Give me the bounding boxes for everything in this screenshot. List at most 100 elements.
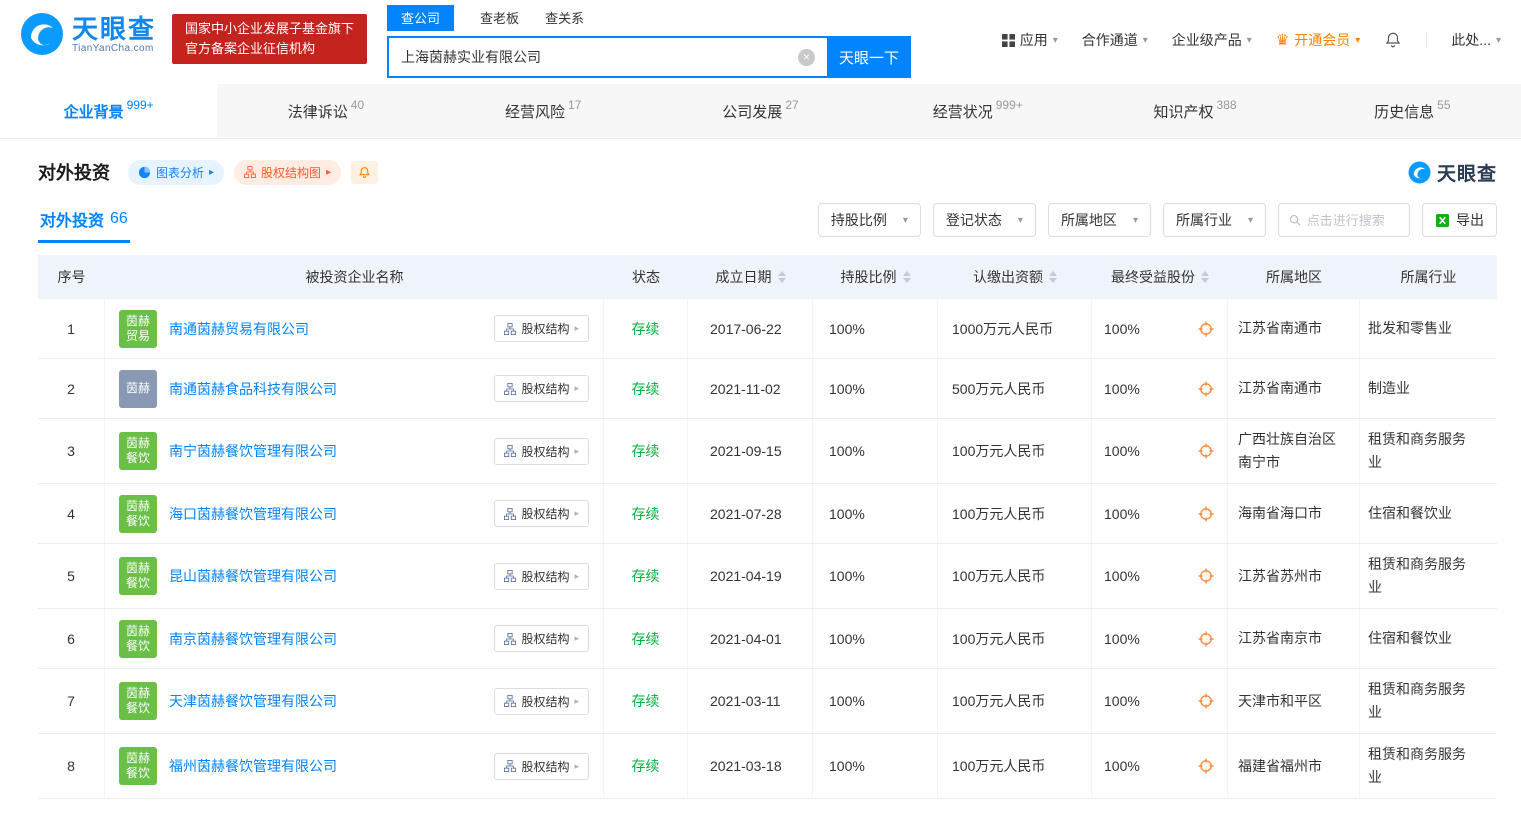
chevron-down-icon: ▾ <box>1017 214 1023 226</box>
chevron-right-icon: ▸ <box>574 570 579 581</box>
cell-beneficial-shares: 100% <box>1092 299 1228 358</box>
site-logo[interactable]: 天眼查 TianYanCha.com <box>20 12 156 56</box>
nav-cooperation[interactable]: 合作通道 ▾ <box>1082 30 1148 50</box>
company-name-link[interactable]: 福州茵赫餐饮管理有限公司 <box>169 755 337 777</box>
notifications-bell[interactable] <box>1384 31 1402 49</box>
equity-structure-pill[interactable]: 股权结构图 ▸ <box>234 159 342 185</box>
cell-shareholding-ratio: 100% <box>813 544 938 608</box>
company-name-link[interactable]: 南通茵赫贸易有限公司 <box>169 318 309 340</box>
top-nav: 应用 ▾ 合作通道 ▾ 企业级产品 ▾ ♛ 开通会员 ▾ 此处... ▾ <box>1001 30 1501 50</box>
chevron-right-icon: ▸ <box>326 166 332 178</box>
sort-icon[interactable] <box>1049 271 1057 283</box>
tab-company-background[interactable]: 企业背景 999+ <box>0 84 218 138</box>
equity-button-label: 股权结构 <box>521 759 570 774</box>
penetrate-chart-icon[interactable] <box>1197 380 1215 398</box>
nav-user[interactable]: 此处... ▾ <box>1451 30 1501 50</box>
cell-subscribed-capital: 100万元人民币 <box>938 419 1092 483</box>
chevron-right-icon: ▸ <box>574 445 579 456</box>
export-button[interactable]: 导出 <box>1422 203 1497 237</box>
table-row: 1 茵赫贸易 南通茵赫贸易有限公司 股权结构 ▸ 存续 2017-06-22 1… <box>38 299 1497 359</box>
company-name-link[interactable]: 南京茵赫餐饮管理有限公司 <box>169 628 337 650</box>
tab-operating-status[interactable]: 经营状况 999+ <box>869 84 1086 138</box>
tab-intellectual-property[interactable]: 知识产权 388 <box>1086 84 1303 138</box>
penetrate-chart-icon[interactable] <box>1197 442 1215 460</box>
certification-badge: 国家中小企业发展子基金旗下 官方备案企业征信机构 <box>172 14 368 64</box>
tab-operational-risk[interactable]: 经营风险 17 <box>435 84 652 138</box>
cell-beneficial-shares: 100% <box>1092 544 1228 608</box>
company-name-link[interactable]: 南宁茵赫餐饮管理有限公司 <box>169 440 337 462</box>
monitor-bell-chip[interactable] <box>351 160 379 184</box>
site-header: 天眼查 TianYanCha.com 国家中小企业发展子基金旗下 官方备案企业征… <box>0 0 1521 84</box>
equity-structure-button[interactable]: 股权结构 ▸ <box>494 375 589 402</box>
search-tab-boss[interactable]: 查老板 <box>480 8 519 27</box>
nav-cooperation-label: 合作通道 <box>1081 32 1138 48</box>
penetrate-chart-icon[interactable] <box>1197 630 1215 648</box>
filter-shareholding-ratio[interactable]: 持股比例 ▾ <box>817 203 921 237</box>
nav-apps[interactable]: 应用 ▾ <box>1001 30 1058 50</box>
tianyancha-watermark: 天眼查 <box>1408 159 1497 186</box>
penetrate-chart-icon[interactable] <box>1197 692 1215 710</box>
tab-legal-proceedings[interactable]: 法律诉讼 40 <box>217 84 434 138</box>
badge-line1: 国家中小企业发展子基金旗下 <box>185 21 355 36</box>
tab-label: 经营状况 <box>932 103 993 121</box>
bell-icon <box>359 166 370 178</box>
cell-company: 茵赫 南通茵赫食品科技有限公司 股权结构 ▸ <box>105 359 604 418</box>
company-name-link[interactable]: 南通茵赫食品科技有限公司 <box>169 378 337 400</box>
sort-icon[interactable] <box>1201 271 1209 283</box>
subtab-outbound-investment[interactable]: 对外投资 66 <box>38 197 130 243</box>
table-row: 6 茵赫餐饮 南京茵赫餐饮管理有限公司 股权结构 ▸ 存续 2021-04-01 <box>38 609 1497 669</box>
company-logo: 茵赫餐饮 <box>119 747 157 785</box>
search-tab-company[interactable]: 查公司 <box>387 4 455 31</box>
table-search-input[interactable] <box>1306 212 1399 228</box>
cell-established-date: 2021-11-02 <box>688 359 813 418</box>
tab-company-development[interactable]: 公司发展 27 <box>652 84 869 138</box>
org-chart-icon <box>504 695 517 707</box>
search-input[interactable] <box>389 38 828 76</box>
filter-registration-status[interactable]: 登记状态 ▾ <box>932 203 1036 237</box>
company-name-link[interactable]: 昆山茵赫餐饮管理有限公司 <box>169 565 337 587</box>
chart-analysis-pill[interactable]: 图表分析 ▸ <box>128 159 225 185</box>
search-input-box: × <box>387 36 828 78</box>
tab-history-info[interactable]: 历史信息 55 <box>1304 84 1521 138</box>
chevron-right-icon: ▸ <box>574 508 579 518</box>
tab-count: 388 <box>1216 98 1237 112</box>
search-tab-relation[interactable]: 查关系 <box>545 8 584 27</box>
sort-icon[interactable] <box>902 271 911 283</box>
equity-structure-button[interactable]: 股权结构 ▸ <box>494 752 589 780</box>
equity-structure-button[interactable]: 股权结构 ▸ <box>494 562 589 590</box>
equity-structure-button[interactable]: 股权结构 ▸ <box>494 437 589 465</box>
table-header-row: 序号 被投资企业名称 状态 成立日期 持股比例 认缴出资额 最终受益股份 所属地… <box>38 255 1497 299</box>
penetrate-chart-icon[interactable] <box>1197 320 1215 338</box>
nav-enterprise-label: 企业级产品 <box>1171 32 1242 48</box>
col-header-region: 所属地区 <box>1266 269 1322 285</box>
cell-region: 天津市和平区 <box>1228 669 1360 733</box>
equity-button-label: 股权结构 <box>521 694 570 709</box>
company-name-link[interactable]: 海口茵赫餐饮管理有限公司 <box>169 503 337 525</box>
clear-search-icon[interactable]: × <box>798 49 816 66</box>
nav-enterprise[interactable]: 企业级产品 ▾ <box>1172 30 1252 50</box>
penetrate-chart-icon[interactable] <box>1197 757 1215 775</box>
cell-established-date: 2021-09-15 <box>688 419 813 483</box>
company-logo: 茵赫贸易 <box>119 309 157 348</box>
cell-industry: 租赁和商务服务业 <box>1368 556 1466 595</box>
equity-structure-button[interactable]: 股权结构 ▸ <box>494 625 589 652</box>
equity-structure-button[interactable]: 股权结构 ▸ <box>494 500 589 527</box>
col-header-industry: 所属行业 <box>1400 269 1457 285</box>
cell-established-date: 2021-03-11 <box>688 669 813 733</box>
penetrate-chart-icon[interactable] <box>1197 567 1215 585</box>
investment-table: 序号 被投资企业名称 状态 成立日期 持股比例 认缴出资额 最终受益股份 所属地… <box>38 255 1497 799</box>
sort-icon[interactable] <box>777 271 786 283</box>
search-button[interactable]: 天眼一下 <box>827 36 912 78</box>
filter-region[interactable]: 所属地区 ▾ <box>1047 203 1151 237</box>
cell-no: 2 <box>38 359 105 418</box>
pie-chart-icon <box>138 166 151 178</box>
equity-structure-button[interactable]: 股权结构 ▸ <box>494 687 589 715</box>
company-name-link[interactable]: 天津茵赫餐饮管理有限公司 <box>169 690 337 712</box>
penetrate-chart-icon[interactable] <box>1197 505 1215 523</box>
cell-shareholding-ratio: 100% <box>813 299 938 358</box>
nav-vip[interactable]: ♛ 开通会员 ▾ <box>1276 30 1360 50</box>
filter-industry[interactable]: 所属行业 ▾ <box>1162 203 1266 237</box>
cell-company: 茵赫餐饮 昆山茵赫餐饮管理有限公司 股权结构 ▸ <box>105 544 604 608</box>
status-badge: 存续 <box>631 320 660 337</box>
equity-structure-button[interactable]: 股权结构 ▸ <box>494 315 589 342</box>
